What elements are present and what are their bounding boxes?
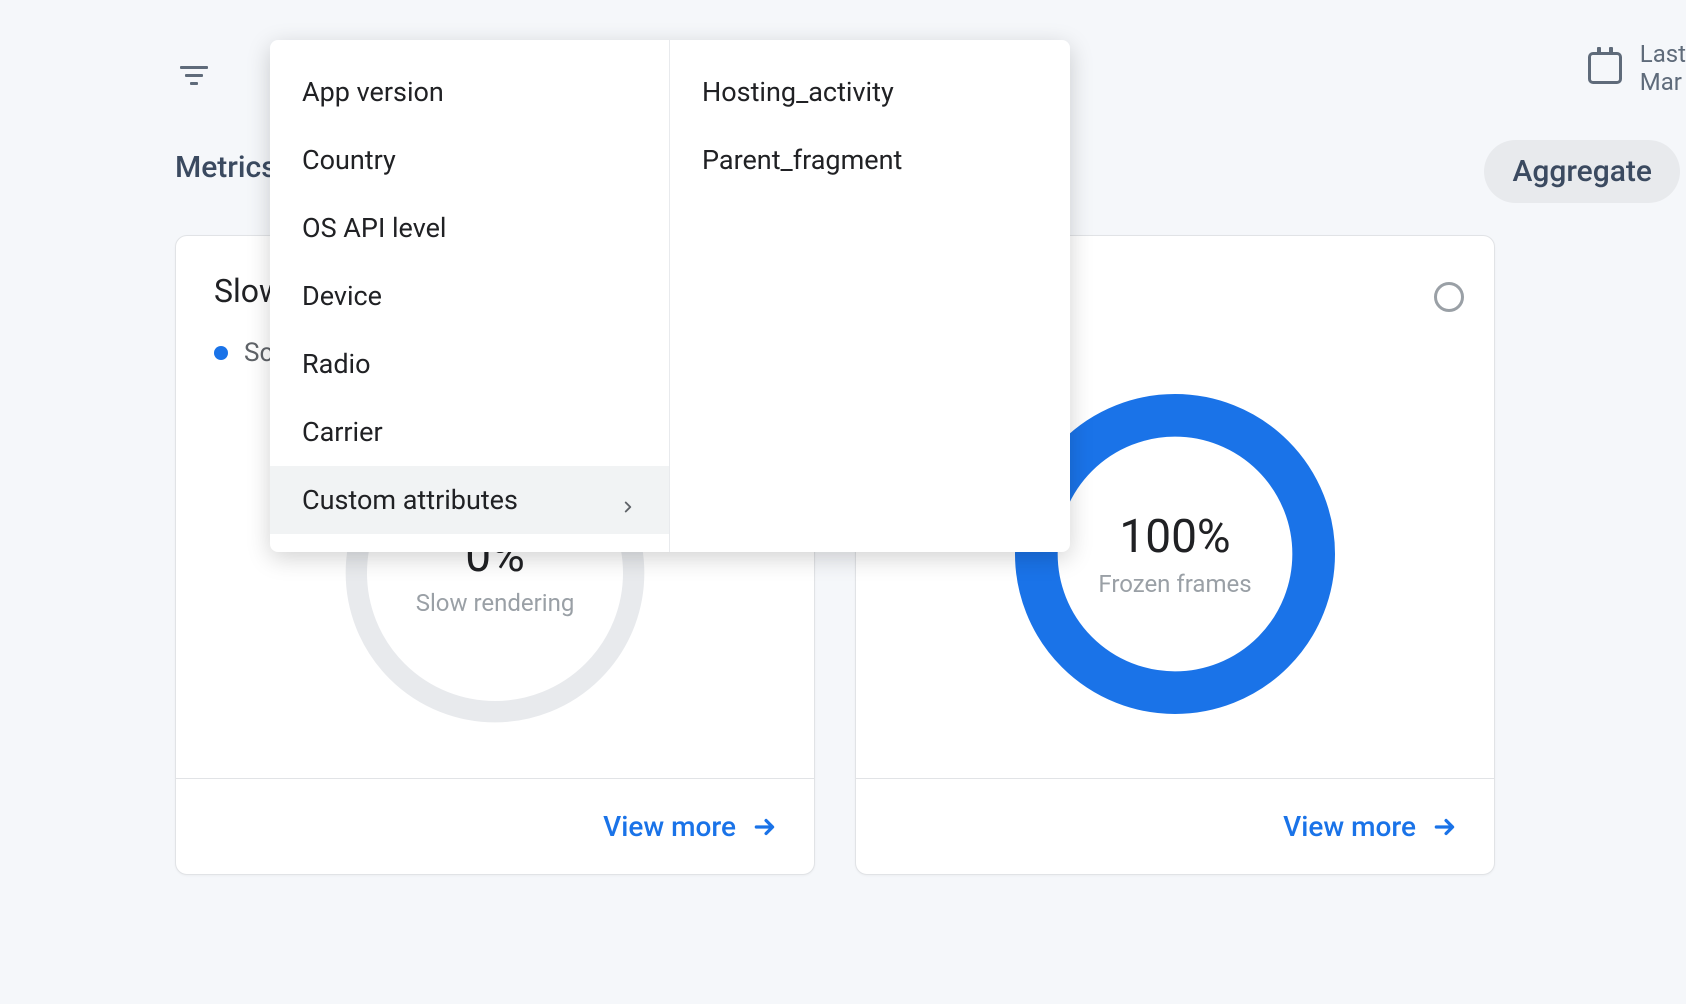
donut-value: 100%	[1119, 510, 1230, 564]
dropdown-item-label: Radio	[302, 348, 371, 380]
view-more-label: View more	[1283, 810, 1416, 843]
legend-dot-icon	[214, 346, 228, 360]
metrics-row: Metrics	[175, 150, 277, 185]
view-more-button[interactable]: View more	[603, 810, 778, 843]
dropdown-col-secondary: Hosting_activity Parent_fragment	[670, 40, 1070, 552]
filter-dropdown: App version Country OS API level Device Radi…	[270, 40, 1070, 552]
donut-sublabel: Slow rendering	[416, 589, 575, 617]
date-top: Last	[1640, 40, 1686, 68]
arrow-right-icon	[1432, 814, 1458, 840]
card-footer: View more	[856, 778, 1494, 874]
date-bottom: Mar	[1640, 68, 1686, 96]
dropdown-item[interactable]: Country	[270, 126, 669, 194]
dropdown-item-label: Country	[302, 144, 396, 176]
dropdown-item[interactable]: OS API level	[270, 194, 669, 262]
dropdown-item[interactable]: App version	[270, 58, 669, 126]
dropdown-item-label: App version	[302, 76, 444, 108]
dropdown-item-label: Parent_fragment	[702, 144, 902, 176]
view-more-button[interactable]: View more	[1283, 810, 1458, 843]
dropdown-item[interactable]: Custom attributes	[270, 466, 669, 534]
arrow-right-icon	[752, 814, 778, 840]
dropdown-item-label: Custom attributes	[302, 484, 518, 516]
dropdown-col-primary: App version Country OS API level Device Radi…	[270, 40, 670, 552]
dropdown-item[interactable]: Carrier	[270, 398, 669, 466]
calendar-icon[interactable]	[1588, 52, 1622, 84]
dropdown-item[interactable]: Hosting_activity	[670, 58, 1070, 126]
dropdown-item[interactable]: Radio	[270, 330, 669, 398]
date-range-text: Last Mar	[1640, 40, 1686, 96]
metrics-label: Metrics	[175, 150, 277, 185]
dropdown-item-label: Carrier	[302, 416, 383, 448]
help-icon[interactable]	[1434, 282, 1464, 312]
dropdown-item-label: Hosting_activity	[702, 76, 894, 108]
donut-sublabel: Frozen frames	[1098, 570, 1251, 598]
card-footer: View more	[176, 778, 814, 874]
dropdown-item[interactable]: Parent_fragment	[670, 126, 1070, 194]
dropdown-item[interactable]: Device	[270, 262, 669, 330]
filter-icon[interactable]	[180, 61, 214, 89]
date-range-section: Last Mar	[1588, 40, 1686, 96]
aggregate-chip[interactable]: Aggregate	[1484, 140, 1680, 203]
dropdown-item-label: OS API level	[302, 212, 447, 244]
view-more-label: View more	[603, 810, 736, 843]
dropdown-item-label: Device	[302, 280, 382, 312]
chevron-right-icon	[619, 491, 637, 509]
